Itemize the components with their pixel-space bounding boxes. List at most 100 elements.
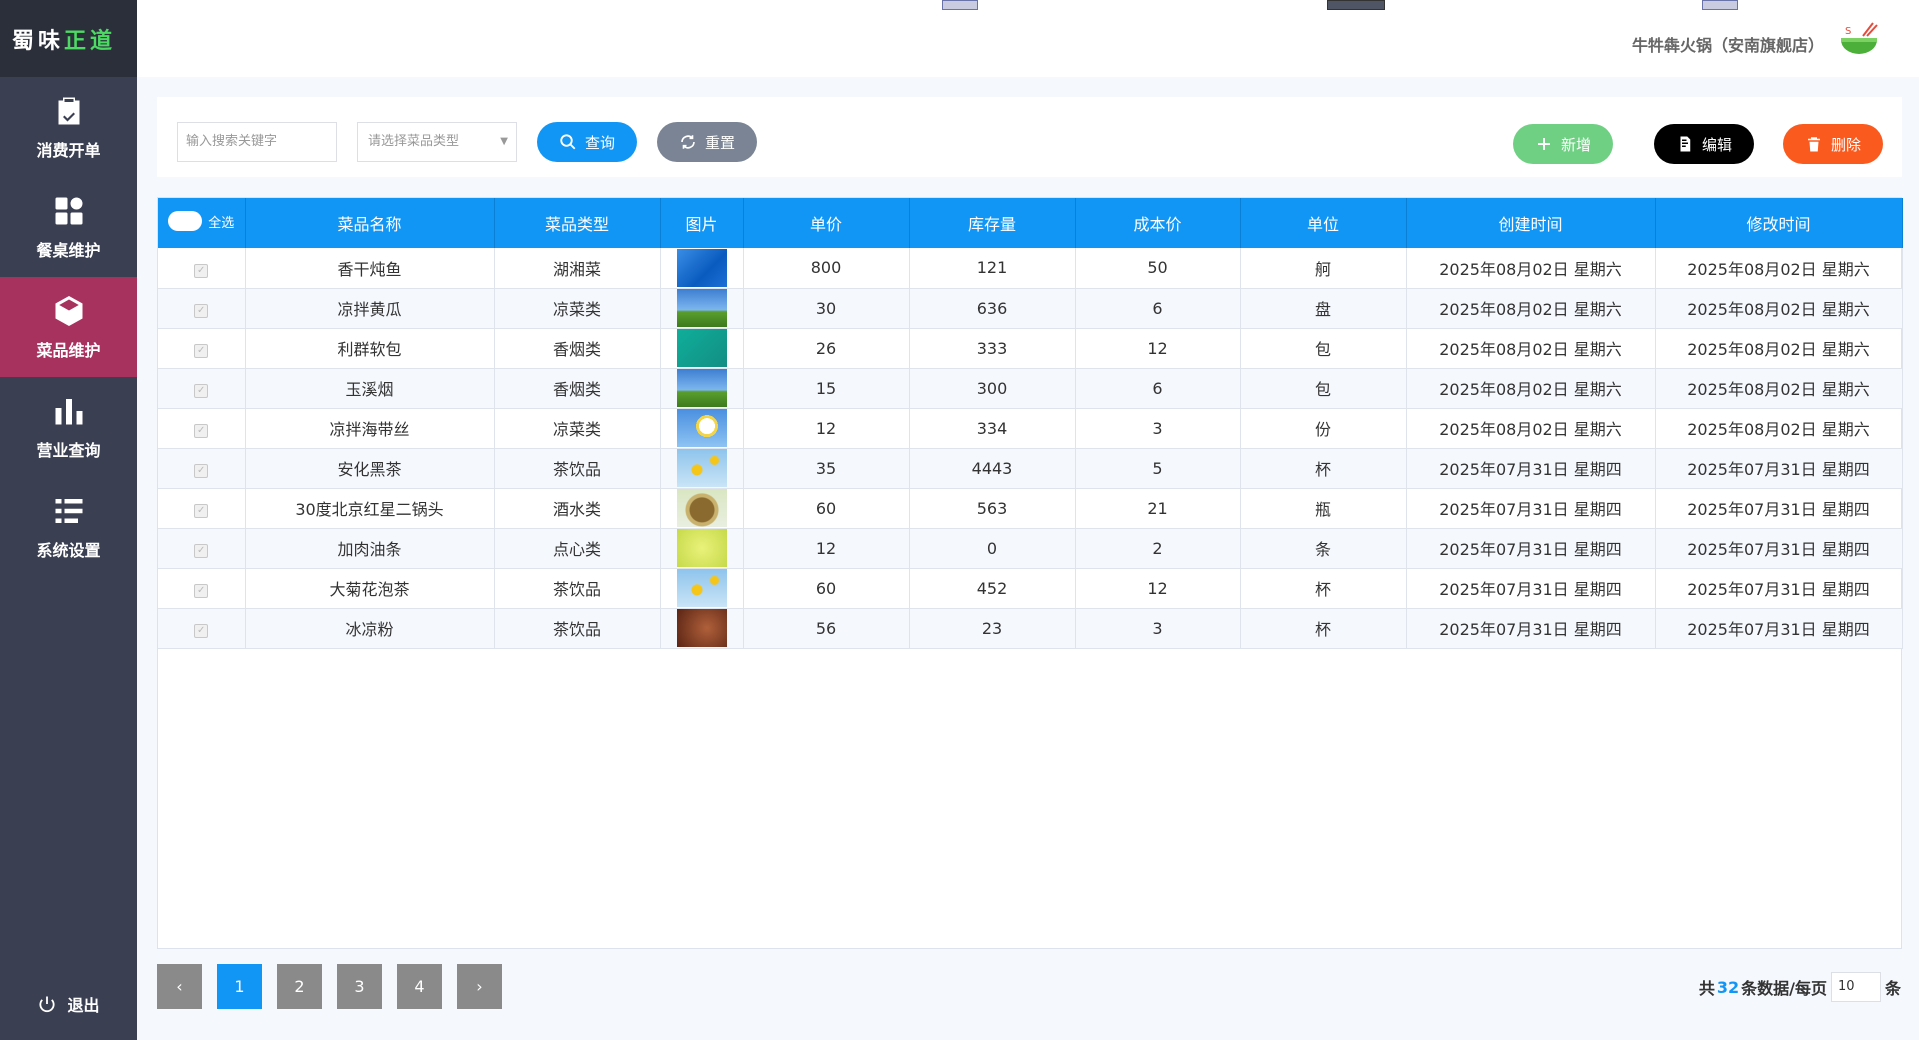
logo-part1: 蜀味 [12, 28, 65, 54]
cell-cost: 12 [1075, 328, 1241, 369]
svg-text:S: S [1845, 26, 1851, 37]
table-row[interactable]: ✓ 30度北京红星二锅头 酒水类 60 563 21 瓶 2025年07月31日 星期四 202… [158, 488, 1903, 529]
cell-unit: 份 [1240, 408, 1407, 449]
table-row[interactable]: ✓ 冰凉粉 茶饮品 56 23 3 杯 2025年07月31日 星期四 2025年07月31日 … [158, 608, 1903, 649]
row-checkbox[interactable]: ✓ [194, 384, 209, 398]
cell-created: 2025年07月31日 星期四 [1406, 488, 1656, 529]
dish-table-panel: 全选 菜品名称 菜品类型 图片 单价 库存量 成本价 单位 创建时间 修改时间 … [157, 197, 1903, 949]
page-size-unit: 条 [1884, 979, 1901, 998]
col-header-cost: 成本价 [1075, 198, 1241, 248]
row-checkbox-cell: ✓ [158, 608, 246, 649]
cell-cost: 5 [1075, 448, 1241, 489]
cell-modified: 2025年08月02日 星期六 [1655, 328, 1903, 369]
cell-modified: 2025年08月02日 星期六 [1655, 288, 1903, 329]
next-page-button[interactable]: › [457, 964, 502, 1009]
row-checkbox[interactable]: ✓ [194, 304, 209, 318]
table-row[interactable]: ✓ 利群软包 香烟类 26 333 12 包 2025年08月02日 星期六 2025年08月0… [158, 328, 1903, 369]
select-all-toggle[interactable]: 全选 [158, 198, 246, 248]
query-button[interactable]: 查询 [537, 122, 637, 162]
row-checkbox-cell: ✓ [158, 448, 246, 489]
row-checkbox[interactable]: ✓ [194, 624, 209, 638]
cell-created: 2025年08月02日 星期六 [1406, 408, 1656, 449]
cell-type: 凉菜类 [494, 288, 661, 329]
dish-thumbnail [676, 569, 727, 607]
table-body: ✓ 香干炖鱼 湖湘菜 800 121 50 舸 2025年08月02日 星期六 2025年08月… [158, 248, 1903, 649]
reset-label: 重置 [704, 133, 735, 152]
row-checkbox-cell: ✓ [158, 528, 246, 569]
edit-button[interactable]: 编辑 [1654, 124, 1754, 164]
dish-thumbnail [676, 529, 727, 567]
cell-unit: 包 [1240, 368, 1407, 409]
nav-item-table[interactable]: 餐桌维护 [0, 177, 137, 277]
dish-type-select[interactable]: 请选择菜品类型 ▼ [357, 122, 517, 162]
cell-image [660, 448, 744, 489]
row-checkbox[interactable]: ✓ [194, 424, 209, 438]
reset-button[interactable]: 重置 [657, 122, 757, 162]
page-button-3[interactable]: 3 [337, 964, 382, 1009]
select-all-label: 全选 [208, 215, 235, 231]
page-button-2[interactable]: 2 [277, 964, 322, 1009]
table-row[interactable]: ✓ 凉拌海带丝 凉菜类 12 334 3 份 2025年08月02日 星期六 2025年08月0… [158, 408, 1903, 449]
row-checkbox[interactable]: ✓ [194, 464, 209, 478]
page-button-1[interactable]: 1 [217, 964, 262, 1009]
edit-document-icon [1680, 136, 1691, 152]
cell-created: 2025年07月31日 星期四 [1406, 528, 1656, 569]
cell-modified: 2025年08月02日 星期六 [1655, 408, 1903, 449]
col-header-stock: 库存量 [909, 198, 1076, 248]
table-row[interactable]: ✓ 玉溪烟 香烟类 15 300 6 包 2025年08月02日 星期六 2025年08月02日… [158, 368, 1903, 409]
cell-unit: 舸 [1240, 248, 1407, 289]
nav-label-dish: 菜品维护 [36, 341, 101, 360]
toolbar: 输入搜索关键字 请选择菜品类型 ▼ 查询 重置 新增 编辑 删除 [157, 97, 1902, 177]
row-checkbox[interactable]: ✓ [194, 584, 209, 598]
cell-cost: 2 [1075, 528, 1241, 569]
cell-unit: 杯 [1240, 608, 1407, 649]
cell-type: 湖湘菜 [494, 248, 661, 289]
cell-created: 2025年07月31日 星期四 [1406, 568, 1656, 609]
row-checkbox[interactable]: ✓ [194, 504, 209, 518]
power-icon [39, 996, 55, 1013]
delete-label: 删除 [1830, 135, 1861, 154]
dish-thumbnail [676, 489, 727, 527]
cell-name: 利群软包 [245, 328, 495, 369]
col-header-image: 图片 [660, 198, 744, 248]
row-checkbox[interactable]: ✓ [194, 263, 209, 278]
cell-unit: 杯 [1240, 448, 1407, 489]
nav-item-settings[interactable]: 系统设置 [0, 477, 137, 577]
table-row[interactable]: ✓ 安化黑茶 茶饮品 35 4443 5 杯 2025年07月31日 星期四 2025年07月3… [158, 448, 1903, 489]
row-checkbox[interactable]: ✓ [194, 544, 209, 558]
table-row[interactable]: ✓ 大菊花泡茶 茶饮品 60 452 12 杯 2025年07月31日 星期四 2025年07月… [158, 568, 1903, 609]
delete-button[interactable]: 删除 [1783, 124, 1883, 164]
page-size-input[interactable]: 10 [1830, 972, 1881, 1002]
col-header-name: 菜品名称 [245, 198, 495, 248]
page-info: 共 32 条数据/每页 10 条 [1699, 972, 1901, 1002]
table-row[interactable]: ✓ 香干炖鱼 湖湘菜 800 121 50 舸 2025年08月02日 星期六 2025年08月… [158, 248, 1903, 289]
table-row[interactable]: ✓ 加肉油条 点心类 12 0 2 条 2025年07月31日 星期四 2025年07月31日 … [158, 528, 1903, 569]
logo-part2: 正道 [64, 28, 117, 54]
total-prefix: 共 [1698, 979, 1715, 998]
cell-price: 60 [743, 568, 910, 609]
add-button[interactable]: 新增 [1513, 124, 1613, 164]
nav-label-settings: 系统设置 [36, 541, 101, 560]
page-button-4[interactable]: 4 [397, 964, 442, 1009]
cell-cost: 6 [1075, 288, 1241, 329]
cell-modified: 2025年07月31日 星期四 [1655, 568, 1903, 609]
table-row[interactable]: ✓ 凉拌黄瓜 凉菜类 30 636 6 盘 2025年08月02日 星期六 2025年08月02… [158, 288, 1903, 329]
cell-type: 茶饮品 [494, 608, 661, 649]
cell-cost: 3 [1075, 608, 1241, 649]
cell-stock: 4443 [909, 448, 1076, 489]
app-logo: 蜀味 正道 [0, 0, 137, 77]
decor-strip-3 [1702, 0, 1738, 10]
nav-item-business[interactable]: 营业查询 [0, 377, 137, 477]
col-header-unit: 单位 [1240, 198, 1407, 248]
prev-page-button[interactable]: ‹ [157, 964, 202, 1009]
search-input[interactable]: 输入搜索关键字 [177, 122, 337, 162]
cell-image [660, 288, 744, 329]
nav-item-dish[interactable]: 菜品维护 [0, 277, 137, 377]
bar-chart-icon [55, 399, 82, 425]
logout-button[interactable]: 退出 [0, 992, 137, 1016]
row-checkbox[interactable]: ✓ [194, 344, 209, 358]
toggle-switch[interactable] [168, 211, 203, 231]
cell-price: 15 [743, 368, 910, 409]
cell-price: 30 [743, 288, 910, 329]
nav-item-order[interactable]: 消费开单 [0, 77, 137, 177]
